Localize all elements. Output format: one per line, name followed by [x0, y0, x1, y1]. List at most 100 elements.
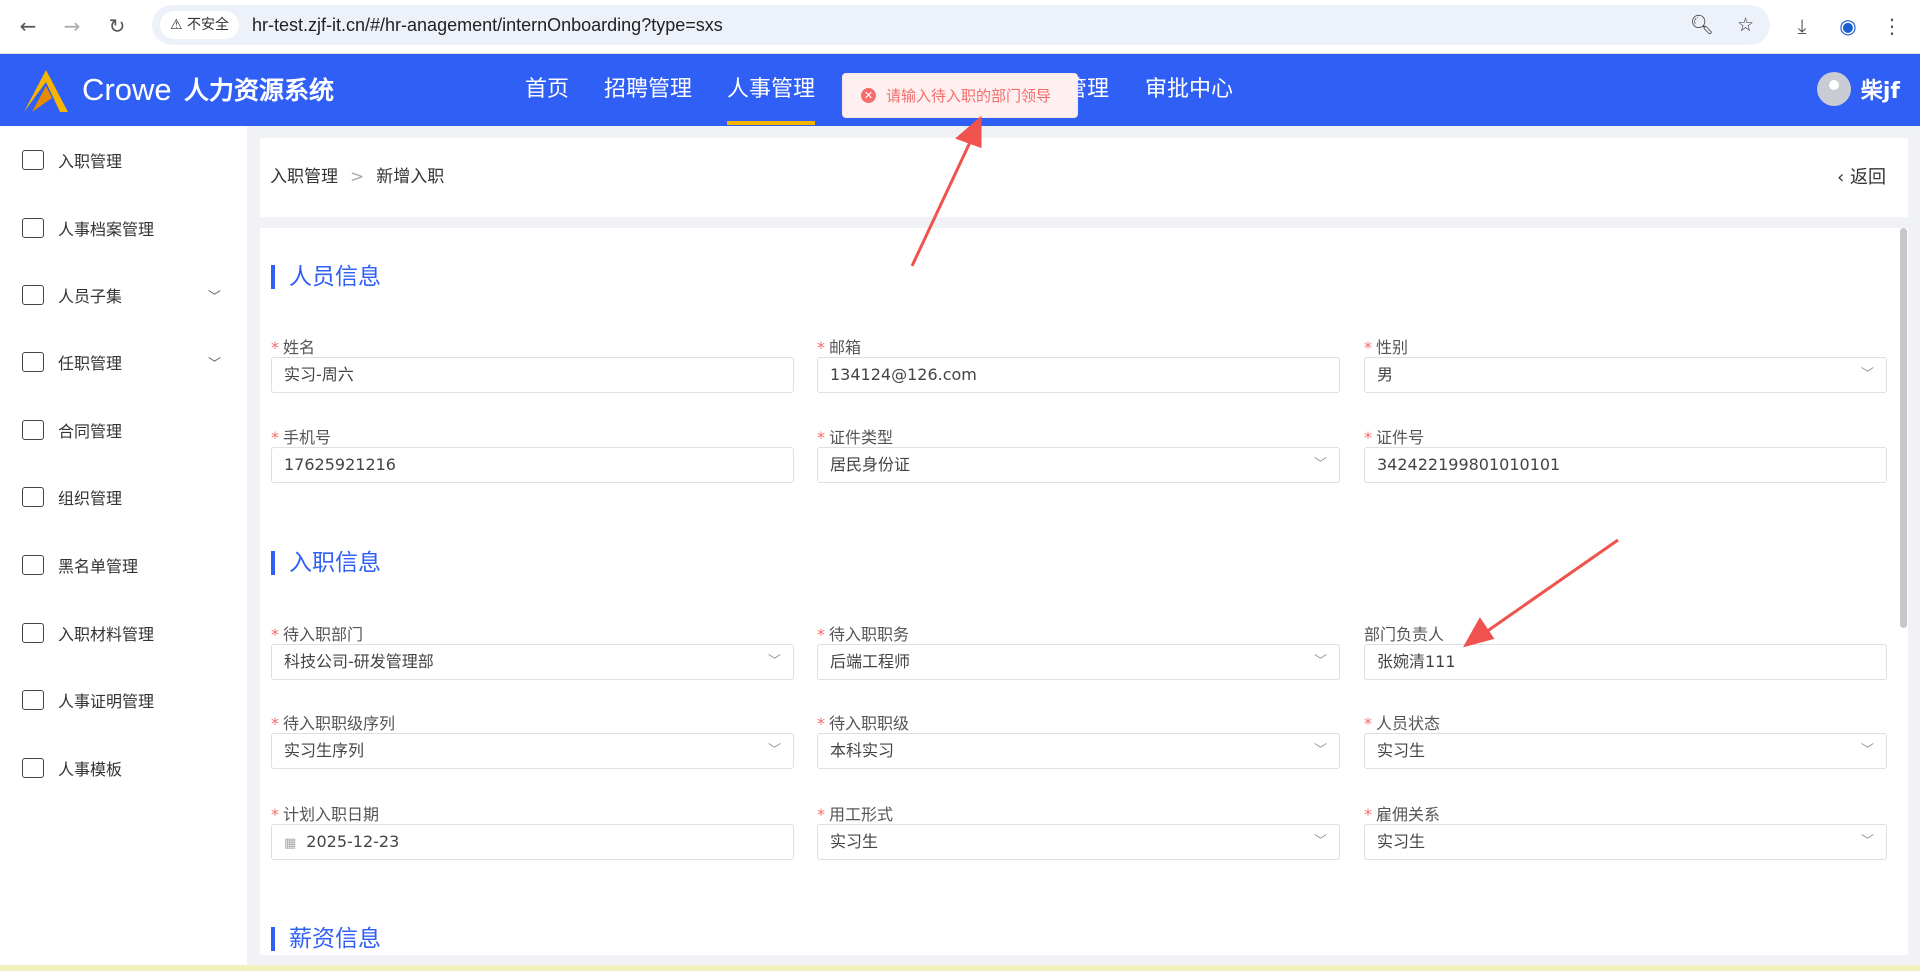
text-field[interactable]: 342422199801010101	[1364, 447, 1887, 483]
breadcrumb-separator: >	[350, 167, 365, 187]
date-field[interactable]: ▦ 2025-12-23	[271, 824, 794, 860]
field-label: * 待入职部门	[271, 621, 363, 645]
label-text: 部门负责人	[1364, 625, 1445, 644]
menu-icon[interactable]: ⋮	[1878, 12, 1906, 40]
sidebar-item[interactable]: 任职管理 ﹀	[0, 342, 247, 382]
template-icon	[22, 758, 44, 778]
user-name: 柴jf	[1860, 79, 1900, 104]
label-text: 待入职职级序列	[283, 714, 396, 733]
field-label: * 人员状态	[1364, 710, 1440, 734]
calendar-icon: ▦	[284, 836, 297, 851]
reload-icon[interactable]: ↻	[103, 12, 131, 40]
briefcase-icon	[22, 352, 44, 372]
address-bar[interactable]: ⚠ 不安全 hr-test.zjf-it.cn/#/hr-anagement/i…	[152, 5, 1770, 45]
sidebar-item-label: 入职材料管理	[58, 625, 155, 644]
avatar	[1816, 72, 1851, 106]
chevron-down-icon: ﹀	[207, 289, 221, 305]
sidebar-item[interactable]: 人员子集 ﹀	[0, 275, 247, 315]
back-button[interactable]: ‹ 返回	[1837, 138, 1886, 217]
browser-toolbar: ← → ↻ ⚠ 不安全 hr-test.zjf-it.cn/#/hr-anage…	[0, 0, 1920, 54]
chevron-down-icon: ﹀	[1313, 834, 1327, 849]
sidebar-item-label: 人事模板	[58, 760, 123, 779]
sidebar-item[interactable]: 入职管理	[0, 140, 247, 180]
sidebar-item[interactable]: 人事档案管理	[0, 208, 247, 248]
contract-icon	[22, 420, 44, 440]
chevron-down-icon: ﹀	[1860, 834, 1874, 849]
error-icon: ✕	[861, 88, 876, 103]
books-icon	[22, 623, 44, 643]
nav-hr-management[interactable]: 人事管理	[727, 72, 816, 125]
required-mark: *	[1364, 428, 1372, 447]
field-label: * 待入职职务	[817, 621, 909, 645]
text-field[interactable]: 17625921216	[271, 447, 794, 483]
field-value: 实习-周六	[284, 365, 354, 384]
required-mark: *	[817, 805, 825, 824]
label-text: 邮箱	[829, 338, 862, 357]
label-text: 待入职职务	[829, 625, 910, 644]
nav-recruitment[interactable]: 招聘管理	[604, 72, 692, 108]
sidebar-item[interactable]: 黑名单管理	[0, 545, 247, 585]
user-add-icon	[22, 150, 44, 170]
label-text: 计划入职日期	[283, 805, 380, 824]
text-field[interactable]: 134124@126.com	[817, 357, 1340, 393]
sidebar-item[interactable]: 组织管理	[0, 477, 247, 517]
required-mark: *	[1364, 805, 1372, 824]
select-field[interactable]: 实习生 ﹀	[1364, 824, 1887, 860]
toast-message: 请输入待入职的部门领导	[886, 87, 1052, 105]
brand-name: Crowe	[82, 72, 172, 107]
select-field[interactable]: 居民身份证 ﹀	[817, 447, 1340, 483]
nav-home[interactable]: 首页	[525, 72, 569, 108]
nav-approval-center[interactable]: 审批中心	[1145, 72, 1233, 108]
required-mark: *	[271, 714, 279, 733]
select-field[interactable]: 实习生 ﹀	[1364, 733, 1887, 769]
select-field[interactable]: 后端工程师 ﹀	[817, 644, 1340, 680]
select-field[interactable]: 科技公司-研发管理部 ﹀	[271, 644, 794, 680]
field-label: * 姓名	[271, 334, 315, 358]
breadcrumb-current: 新增入职	[376, 167, 445, 187]
sidebar-item-label: 合同管理	[58, 422, 123, 441]
field-label: * 证件类型	[817, 424, 893, 448]
sidebar-item[interactable]: 人事模板	[0, 748, 247, 788]
select-field[interactable]: 男 ﹀	[1364, 357, 1887, 393]
user-menu[interactable]: 柴jf	[1816, 72, 1900, 106]
field-value: 342422199801010101	[1377, 455, 1561, 474]
field-value: 科技公司-研发管理部	[284, 652, 434, 671]
field-value: 居民身份证	[830, 455, 911, 474]
zoom-icon[interactable]: 🔍︎	[1690, 11, 1714, 39]
download-icon[interactable]: ⤓	[1788, 12, 1816, 40]
sidebar-item[interactable]: 人事证明管理	[0, 680, 247, 720]
field-value: 实习生序列	[284, 741, 365, 760]
select-field[interactable]: 实习生 ﹀	[817, 824, 1340, 860]
back-icon[interactable]: ←	[14, 12, 42, 40]
label-text: 证件类型	[829, 428, 894, 447]
certificate-icon	[22, 690, 44, 710]
chevron-down-icon: ﹀	[1313, 743, 1327, 758]
chevron-down-icon: ﹀	[767, 743, 781, 758]
sidebar-item[interactable]: 入职材料管理	[0, 613, 247, 653]
system-name: 人力资源系统	[184, 76, 335, 105]
select-field[interactable]: 实习生序列 ﹀	[271, 733, 794, 769]
field-label: * 手机号	[271, 424, 331, 448]
required-mark: *	[271, 805, 279, 824]
breadcrumb-parent[interactable]: 入职管理	[270, 167, 338, 187]
org-chart-icon	[22, 487, 44, 507]
text-field[interactable]: 实习-周六	[271, 357, 794, 393]
url-text[interactable]: hr-test.zjf-it.cn/#/hr-anagement/internO…	[252, 5, 723, 45]
required-mark: *	[817, 428, 825, 447]
profile-icon[interactable]: ◉	[1834, 12, 1862, 40]
sidebar-item[interactable]: 合同管理	[0, 410, 247, 450]
required-mark: *	[271, 428, 279, 447]
forward-icon[interactable]: →	[58, 12, 86, 40]
select-field[interactable]: 本科实习 ﹀	[817, 733, 1340, 769]
sidebar-item-label: 人事档案管理	[58, 220, 155, 239]
text-field[interactable]: 张婉清111	[1364, 644, 1887, 680]
label-text: 人员状态	[1376, 714, 1441, 733]
field-label: * 待入职职级	[817, 710, 909, 734]
sidebar-item-label: 组织管理	[58, 489, 123, 508]
security-indicator[interactable]: ⚠ 不安全	[160, 11, 240, 39]
field-value: 134124@126.com	[830, 365, 977, 384]
star-icon[interactable]: ☆	[1737, 11, 1754, 39]
document-icon	[22, 218, 44, 238]
scrollbar[interactable]	[1900, 228, 1907, 628]
back-label: 返回	[1850, 167, 1886, 188]
